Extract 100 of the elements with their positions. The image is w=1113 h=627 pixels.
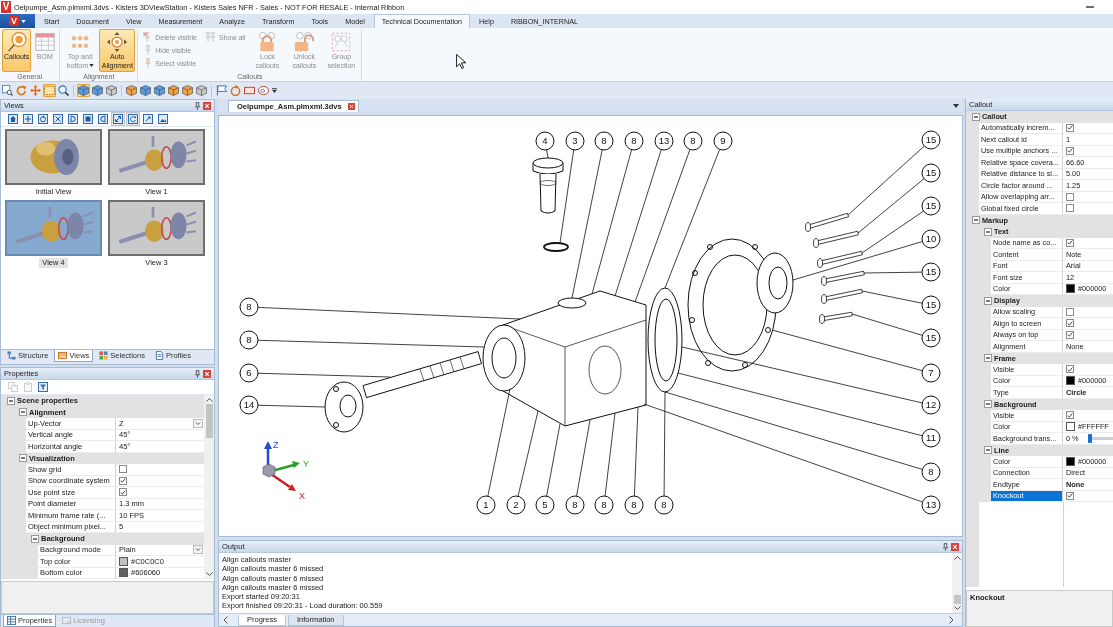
callout-bubble[interactable]: 15 [921,295,941,315]
cross-icon[interactable] [51,112,65,126]
bolt[interactable] [813,230,859,248]
callout-bubble[interactable]: 6 [239,363,259,383]
checkbox[interactable] [119,488,127,497]
close-icon[interactable] [203,101,211,110]
minus-box-icon[interactable] [7,396,15,405]
scroll-down-icon[interactable] [953,606,961,611]
caret-icon[interactable] [271,87,278,94]
callout-bubble[interactable]: 4 [535,131,555,151]
close-icon[interactable] [347,103,355,110]
cube-icon[interactable] [167,84,180,97]
callout-bubble[interactable]: 8 [624,131,644,151]
callout-bubble[interactable]: 15 [921,262,941,282]
callout-bubble[interactable]: 15 [921,328,941,348]
rectangle-icon[interactable] [243,84,256,97]
minus-box-icon[interactable] [31,534,39,543]
minus-box-icon[interactable] [984,296,992,305]
cube-icon[interactable] [195,84,208,97]
checkbox[interactable] [1066,123,1074,132]
filled-square-icon[interactable] [81,112,95,126]
close-icon[interactable] [951,542,959,551]
scrollbar[interactable] [204,395,214,579]
callout-bubble[interactable]: 1 [476,495,496,515]
zoom-icon[interactable] [57,84,70,97]
picture-icon[interactable] [156,112,170,126]
minus-box-icon[interactable] [984,446,992,455]
end-cover[interactable] [687,238,794,372]
callout-bubble[interactable]: 8 [624,495,644,515]
checkbox[interactable] [119,465,127,474]
magnifier-square-icon[interactable] [1,84,14,97]
pin-icon[interactable] [195,369,200,378]
callout-bubble[interactable]: 8 [594,495,614,515]
gasket-ring[interactable] [647,287,683,393]
callout-bubble[interactable]: 7 [921,363,941,383]
scroll-down-icon[interactable] [205,572,213,577]
flag-icon[interactable] [215,84,228,97]
scrollbar[interactable] [952,553,962,613]
scroll-up-icon[interactable] [953,555,961,560]
minus-box-icon[interactable] [972,112,980,121]
pin-icon[interactable] [943,542,948,551]
checkbox[interactable] [119,476,127,485]
checkbox[interactable] [1066,330,1074,339]
export-icon[interactable] [141,112,155,126]
slider-thumb[interactable] [1087,433,1092,443]
callout-bubble[interactable]: 13 [654,131,674,151]
minus-box-icon[interactable] [972,216,980,225]
callout-bubble[interactable]: 8 [921,462,941,482]
rotate-icon[interactable] [36,112,50,126]
minus-box-icon[interactable] [19,454,27,463]
pump-housing[interactable] [482,290,647,427]
callout-bubble[interactable]: 13 [921,495,941,515]
bolt[interactable] [821,270,865,286]
callout-bubble[interactable]: 9 [713,131,733,151]
scroll-up-icon[interactable] [205,397,213,402]
cube-icon[interactable] [77,84,90,97]
cube-icon[interactable] [139,84,152,97]
callout-bubble[interactable]: 12 [921,395,941,415]
checkbox[interactable] [1066,146,1074,155]
shaft-flange[interactable] [324,381,364,433]
callout-bubble[interactable]: 8 [594,131,614,151]
cube-icon[interactable] [181,84,194,97]
cube-icon[interactable] [105,84,118,97]
minus-box-icon[interactable] [984,227,992,236]
callout-bubble[interactable]: 15 [921,196,941,216]
scrollbar-thumb[interactable] [953,595,961,604]
drive-shaft[interactable] [362,351,482,399]
drawing-viewport[interactable]: 4 3 8 8 13 8 9 15 15 15 10 15 15 15 7 12 11 8 13 8 8 6 14 1 2 5 8 8 8 8 Z Y X [218,115,963,537]
callout-bubble[interactable]: 8 [239,330,259,350]
bolt[interactable] [817,250,863,268]
minus-box-icon[interactable] [19,408,27,417]
checkbox[interactable] [1066,238,1074,247]
close-icon[interactable] [203,369,211,378]
house-icon[interactable] [6,112,20,126]
callout-bubble[interactable]: 3 [565,131,585,151]
bolt[interactable] [821,288,863,304]
callout-bubble[interactable]: 14 [239,395,259,415]
right-side-icon[interactable] [96,112,110,126]
left-side-icon[interactable] [66,112,80,126]
refresh-icon[interactable] [126,112,140,126]
checkbox[interactable] [1066,491,1074,500]
callout-bubble[interactable]: 8 [683,131,703,151]
pin-icon[interactable] [195,101,200,110]
plus-icon[interactable] [21,112,35,126]
callout-bubble[interactable]: 11 [921,428,941,448]
cube-icon[interactable] [125,84,138,97]
ellipse-icon[interactable] [257,84,270,97]
callout-bubble[interactable]: 10 [921,229,941,249]
callout-bubble[interactable]: 5 [535,495,555,515]
cube-icon[interactable] [153,84,166,97]
callout-bubble[interactable]: 15 [921,163,941,183]
cube-icon[interactable] [91,84,104,97]
bolt[interactable] [819,311,853,324]
checkbox[interactable] [1066,192,1074,201]
cap-part[interactable] [532,157,564,214]
callout-bubble[interactable]: 2 [506,495,526,515]
callout-bubble[interactable]: 15 [921,130,941,150]
checkbox[interactable] [1066,411,1074,420]
callout-bubble[interactable]: 8 [654,495,674,515]
checkbox[interactable] [1066,204,1074,213]
